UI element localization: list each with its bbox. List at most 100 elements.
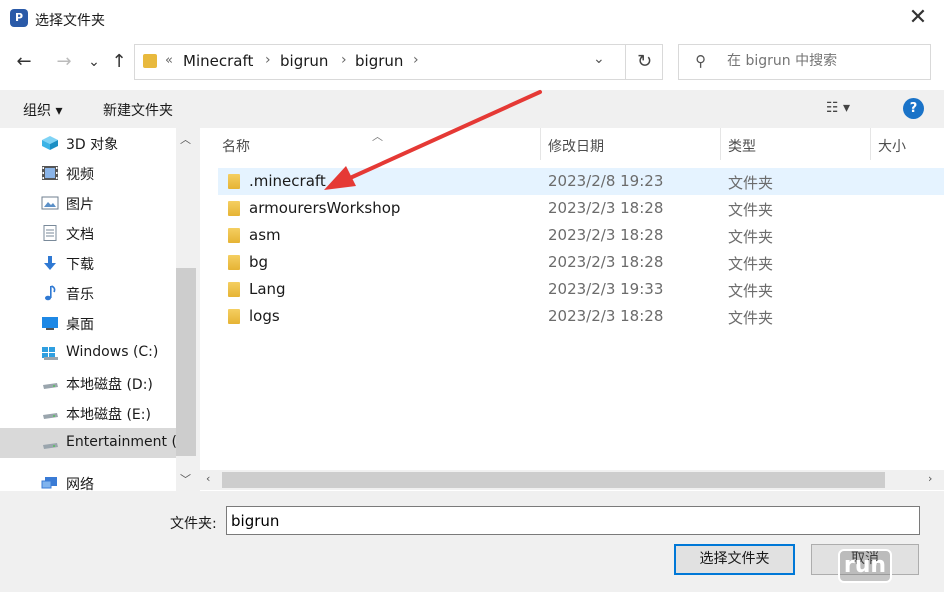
sidebar-item-label: 3D 对象: [66, 137, 119, 153]
breadcrumb-bigrun-2[interactable]: bigrun: [355, 52, 403, 70]
file-modified: 2023/2/3 18:28: [548, 307, 664, 325]
column-divider[interactable]: [720, 128, 721, 160]
folder-icon: [228, 255, 240, 270]
horizontal-scrollbar-thumb[interactable]: [222, 472, 885, 488]
recent-locations-button[interactable]: ⌄: [82, 50, 106, 74]
drive-icon: [43, 383, 58, 389]
file-type: 文件夹: [728, 282, 774, 300]
file-type: 文件夹: [728, 174, 774, 192]
column-header-name[interactable]: 名称: [222, 136, 250, 156]
search-input[interactable]: [727, 53, 925, 69]
sidebar-item-windows-c[interactable]: Windows (C:): [0, 338, 176, 368]
column-header-modified[interactable]: 修改日期: [548, 136, 604, 156]
table-row[interactable]: Lang 2023/2/3 19:33 文件夹: [218, 276, 944, 303]
sidebar-item-label: 本地磁盘 (E:): [66, 407, 151, 423]
sidebar-item-label: 下载: [66, 257, 94, 273]
sidebar-item-pictures[interactable]: 图片: [0, 188, 176, 218]
column-header-type[interactable]: 类型: [728, 136, 756, 156]
folder-field-label: 文件夹:: [170, 516, 217, 532]
navigation-bar: ← → ⌄ ↑ « Minecraft › bigrun › bigrun › …: [0, 38, 944, 90]
folder-icon: [228, 228, 240, 243]
sidebar-item-drive-e[interactable]: 本地磁盘 (E:): [0, 398, 176, 428]
up-button[interactable]: ↑: [107, 50, 131, 74]
windows-drive-icon: [42, 347, 58, 360]
file-name: asm: [249, 226, 281, 244]
app-icon: P: [10, 9, 28, 27]
music-icon: [45, 285, 56, 301]
select-folder-button[interactable]: 选择文件夹: [674, 544, 795, 575]
address-bar[interactable]: « Minecraft › bigrun › bigrun › ⌄ ↻: [134, 44, 663, 80]
scroll-down-icon[interactable]: ﹀: [180, 471, 191, 487]
sidebar-item-entertainment[interactable]: Entertainment (F:): [0, 428, 194, 458]
folder-icon: [228, 309, 240, 324]
column-header-size[interactable]: 大小: [878, 136, 906, 156]
navigation-pane[interactable]: 3D 对象 视频 图片 文档 下载 音乐 桌面 Windows (C:) 本地磁…: [0, 128, 196, 491]
scroll-up-icon[interactable]: ︿: [180, 131, 191, 147]
view-options-button[interactable]: ☷ ▾: [826, 100, 850, 116]
table-row[interactable]: logs 2023/2/3 18:28 文件夹: [218, 303, 944, 330]
file-type: 文件夹: [728, 309, 774, 327]
help-icon[interactable]: ?: [903, 98, 924, 119]
search-box[interactable]: ⚲: [678, 44, 931, 80]
file-name: logs: [249, 307, 280, 325]
chevron-down-icon[interactable]: ⌄: [593, 51, 605, 67]
command-bar: 组织 ▾ 新建文件夹 ☷ ▾ ?: [0, 90, 944, 128]
forward-button[interactable]: →: [52, 50, 76, 74]
sidebar-item-videos[interactable]: 视频: [0, 158, 176, 188]
sidebar-item-network[interactable]: 网络: [0, 468, 176, 491]
breadcrumb-bigrun-1[interactable]: bigrun: [280, 52, 328, 70]
sidebar-item-label: 视频: [66, 167, 94, 183]
close-button[interactable]: ✕: [904, 4, 932, 32]
sidebar-item-3d-objects[interactable]: 3D 对象: [0, 128, 176, 158]
breadcrumb-separator[interactable]: ›: [265, 52, 271, 68]
column-divider[interactable]: [540, 128, 541, 160]
folder-icon: [228, 201, 240, 216]
sidebar-item-label: 文档: [66, 227, 94, 243]
file-modified: 2023/2/3 18:28: [548, 226, 664, 244]
folder-field[interactable]: [226, 506, 920, 535]
sidebar-item-music[interactable]: 音乐: [0, 278, 176, 308]
file-modified: 2023/2/3 18:28: [548, 199, 664, 217]
table-row[interactable]: bg 2023/2/3 18:28 文件夹: [218, 249, 944, 276]
folder-icon: [143, 54, 157, 68]
scroll-left-icon[interactable]: ‹: [206, 472, 210, 485]
sidebar-item-desktop[interactable]: 桌面: [0, 308, 176, 338]
breadcrumb-overflow-icon[interactable]: «: [165, 53, 173, 68]
scroll-right-icon[interactable]: ›: [928, 472, 932, 485]
download-icon: [44, 256, 56, 270]
column-divider[interactable]: [870, 128, 871, 160]
breadcrumb-separator[interactable]: ›: [413, 52, 419, 68]
search-icon: ⚲: [695, 52, 706, 70]
sidebar-item-label: 网络: [66, 477, 94, 491]
picture-icon: [41, 196, 59, 210]
file-name: bg: [249, 253, 269, 271]
breadcrumb-separator[interactable]: ›: [341, 52, 347, 68]
sidebar-item-drive-d[interactable]: 本地磁盘 (D:): [0, 368, 176, 398]
dialog-footer: 文件夹: 选择文件夹 取消 run: [0, 491, 944, 592]
sidebar-item-label: 本地磁盘 (D:): [66, 377, 153, 393]
table-row[interactable]: armourersWorkshop 2023/2/3 18:28 文件夹: [218, 195, 944, 222]
desktop-icon: [42, 317, 58, 330]
title-bar: P 选择文件夹 ✕: [0, 0, 944, 38]
file-type: 文件夹: [728, 228, 774, 246]
horizontal-scrollbar[interactable]: ‹ ›: [200, 470, 944, 490]
organize-menu[interactable]: 组织 ▾: [23, 100, 62, 120]
sidebar-scrollbar[interactable]: ︿ ﹀: [176, 128, 196, 491]
folder-icon: [228, 282, 240, 297]
film-icon: [42, 166, 58, 180]
new-folder-button[interactable]: 新建文件夹: [103, 100, 173, 120]
table-row[interactable]: .minecraft 2023/2/8 19:23 文件夹: [218, 168, 944, 195]
breadcrumb-minecraft[interactable]: Minecraft: [183, 52, 253, 70]
sidebar-item-documents[interactable]: 文档: [0, 218, 176, 248]
file-list[interactable]: ︿ 名称 修改日期 类型 大小 .minecraft 2023/2/8 19:2…: [200, 128, 944, 491]
table-row[interactable]: asm 2023/2/3 18:28 文件夹: [218, 222, 944, 249]
network-icon: [41, 477, 57, 489]
window-title: 选择文件夹: [35, 13, 105, 29]
watermark-logo: run: [838, 549, 892, 583]
file-name: armourersWorkshop: [249, 199, 401, 217]
sidebar-scrollbar-thumb[interactable]: [176, 268, 196, 456]
sidebar-item-downloads[interactable]: 下载: [0, 248, 176, 278]
back-button[interactable]: ←: [12, 50, 36, 74]
file-modified: 2023/2/3 19:33: [548, 280, 664, 298]
refresh-button[interactable]: ↻: [625, 45, 663, 79]
